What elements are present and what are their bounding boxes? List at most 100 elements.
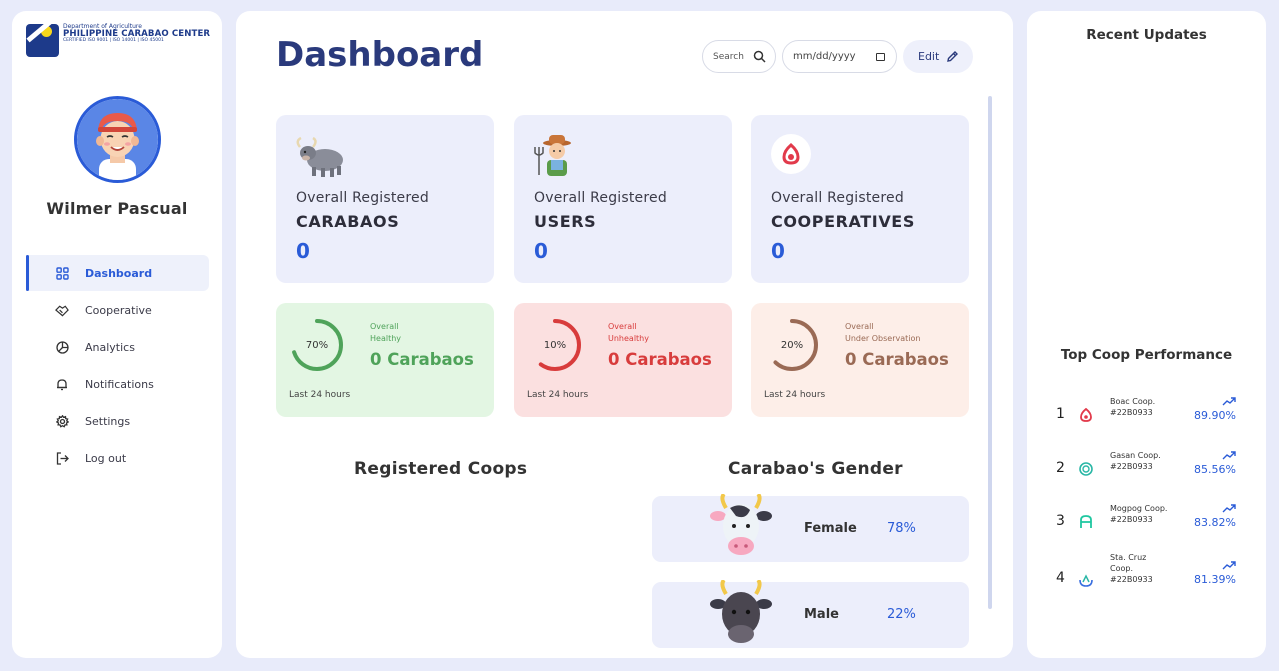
cooperative-icon <box>770 133 812 175</box>
sidebar-item-notifications[interactable]: Notifications <box>26 366 209 402</box>
sidebar-item-label: Dashboard <box>85 266 153 280</box>
registered-coops-title: Registered Coops <box>354 459 528 479</box>
edit-button[interactable]: Edit <box>903 40 973 73</box>
stat-percent: 70% <box>305 339 329 351</box>
coop-rate: 89.90% <box>1194 409 1236 422</box>
right-panel: Recent Updates Top Coop Performance 1 Bo… <box>1027 11 1266 658</box>
stat-healthy[interactable]: 70% Overall Healthy 0 Carabaos Last 24 h… <box>276 303 494 417</box>
coop-rank: 1 <box>1056 406 1065 422</box>
trend-up-icon <box>1222 397 1236 406</box>
user-name: Wilmer Pascual <box>46 199 188 218</box>
stat-label2: Under Observation <box>845 334 921 343</box>
stat-period: Last 24 hours <box>289 390 351 400</box>
card-label: Overall Registered <box>534 190 667 206</box>
list-item[interactable]: 3 Mogpog Coop. #22B0933 83.82% <box>1027 501 1266 541</box>
coop-name: Gasan Coop. <box>1110 451 1161 460</box>
scrollbar[interactable] <box>988 96 992 609</box>
search-button[interactable]: Search <box>702 40 776 73</box>
stat-period: Last 24 hours <box>764 390 826 400</box>
recent-updates-title: Recent Updates <box>1086 27 1207 43</box>
card-title: USERS <box>534 212 597 231</box>
sidebar-item-analytics[interactable]: Analytics <box>26 329 209 365</box>
sidebar: Department of Agriculture PHILIPPINE CAR… <box>12 11 222 658</box>
trend-up-icon <box>1222 561 1236 570</box>
male-carabao-icon <box>706 578 776 648</box>
gender-row-female[interactable]: Female 78% <box>652 492 969 562</box>
coop-id: #22B0933 <box>1110 574 1153 584</box>
coop-rank: 2 <box>1056 460 1065 476</box>
stat-label2: Unhealthy <box>608 334 649 343</box>
search-icon <box>753 50 766 66</box>
stat-unhealthy[interactable]: 10% Overall Unhealthy 0 Carabaos Last 24… <box>514 303 732 417</box>
coop-logo-icon <box>1079 462 1093 476</box>
female-carabao-icon <box>706 492 776 562</box>
pie-chart-icon <box>55 340 69 354</box>
coop-rate: 85.56% <box>1194 463 1236 476</box>
list-item[interactable]: 2 Gasan Coop. #22B0933 85.56% <box>1027 448 1266 488</box>
trend-up-icon <box>1222 451 1236 460</box>
card-value: 0 <box>296 239 310 263</box>
stat-value: 0 Carabaos <box>845 350 949 369</box>
date-input[interactable]: mm/dd/yyyy <box>782 40 897 73</box>
card-value: 0 <box>534 239 548 263</box>
stat-label2: Healthy <box>370 334 402 343</box>
coop-id: #22B0933 <box>1110 461 1153 471</box>
logo[interactable]: Department of Agriculture PHILIPPINE CAR… <box>26 24 210 57</box>
coop-name-block: Mogpog Coop. #22B0933 <box>1110 504 1170 526</box>
avatar[interactable] <box>74 96 161 183</box>
card-title: COOPERATIVES <box>771 212 915 231</box>
carabao-gender-title: Carabao's Gender <box>728 459 903 479</box>
list-item[interactable]: 1 Boac Coop. #22B0933 89.90% <box>1027 394 1266 434</box>
stat-percent: 10% <box>543 339 567 351</box>
gender-label: Female <box>804 521 857 536</box>
gender-row-male[interactable]: Male 22% <box>652 578 969 648</box>
stat-label1: Overall <box>370 322 399 331</box>
stat-observation[interactable]: 20% Overall Under Observation 0 Carabaos… <box>751 303 969 417</box>
gear-icon <box>55 414 69 428</box>
card-title: CARABAOS <box>296 212 400 231</box>
coop-id: #22B0933 <box>1110 514 1153 524</box>
date-placeholder: mm/dd/yyyy <box>793 51 856 62</box>
sidebar-item-dashboard[interactable]: Dashboard <box>26 255 209 291</box>
handshake-icon <box>55 303 69 317</box>
card-cooperatives[interactable]: Overall Registered COOPERATIVES 0 <box>751 115 969 283</box>
stat-value: 0 Carabaos <box>370 350 474 369</box>
gender-percent: 78% <box>887 521 916 536</box>
calendar-icon[interactable] <box>876 53 885 61</box>
sidebar-item-label: Notifications <box>85 377 154 391</box>
logo-line3: CERTIFIED ISO 9001 | ISO 14001 | ISO 450… <box>63 37 164 43</box>
card-users[interactable]: Overall Registered USERS 0 <box>514 115 732 283</box>
coop-logo-icon <box>1080 407 1092 422</box>
gender-label: Male <box>804 607 839 622</box>
carabao-icon <box>295 133 343 177</box>
stat-label1: Overall <box>608 322 637 331</box>
main-content: Dashboard Search mm/dd/yyyy Edit Overall… <box>236 11 1013 658</box>
card-value: 0 <box>771 239 785 263</box>
coop-name: Sta. Cruz Coop. <box>1110 553 1147 573</box>
coop-name-block: Sta. Cruz Coop. #22B0933 <box>1110 553 1170 585</box>
coop-name-block: Boac Coop. #22B0933 <box>1110 397 1170 419</box>
sidebar-item-logout[interactable]: Log out <box>26 440 209 476</box>
top-coop-title: Top Coop Performance <box>1060 347 1233 363</box>
sidebar-item-settings[interactable]: Settings <box>26 403 209 439</box>
coop-rank: 3 <box>1056 513 1065 529</box>
card-carabaos[interactable]: Overall Registered CARABAOS 0 <box>276 115 494 283</box>
stat-period: Last 24 hours <box>527 390 589 400</box>
sidebar-item-label: Analytics <box>85 340 135 354</box>
card-label: Overall Registered <box>771 190 904 206</box>
coop-name-block: Gasan Coop. #22B0933 <box>1110 451 1170 473</box>
stat-label1: Overall <box>845 322 874 331</box>
coop-id: #22B0933 <box>1110 407 1153 417</box>
pcc-logo-icon <box>26 24 59 57</box>
list-item[interactable]: 4 Sta. Cruz Coop. #22B0933 81.39% <box>1027 553 1266 598</box>
coop-name: Mogpog Coop. <box>1110 504 1168 513</box>
card-label: Overall Registered <box>296 190 429 206</box>
farmer-icon <box>533 133 575 176</box>
coop-rank: 4 <box>1056 570 1065 586</box>
edit-label: Edit <box>918 50 940 63</box>
coop-rate: 83.82% <box>1194 516 1236 529</box>
sidebar-item-cooperative[interactable]: Cooperative <box>26 292 209 328</box>
sidebar-item-label: Cooperative <box>85 303 152 317</box>
grid-icon <box>55 266 69 280</box>
logout-icon <box>55 451 69 465</box>
